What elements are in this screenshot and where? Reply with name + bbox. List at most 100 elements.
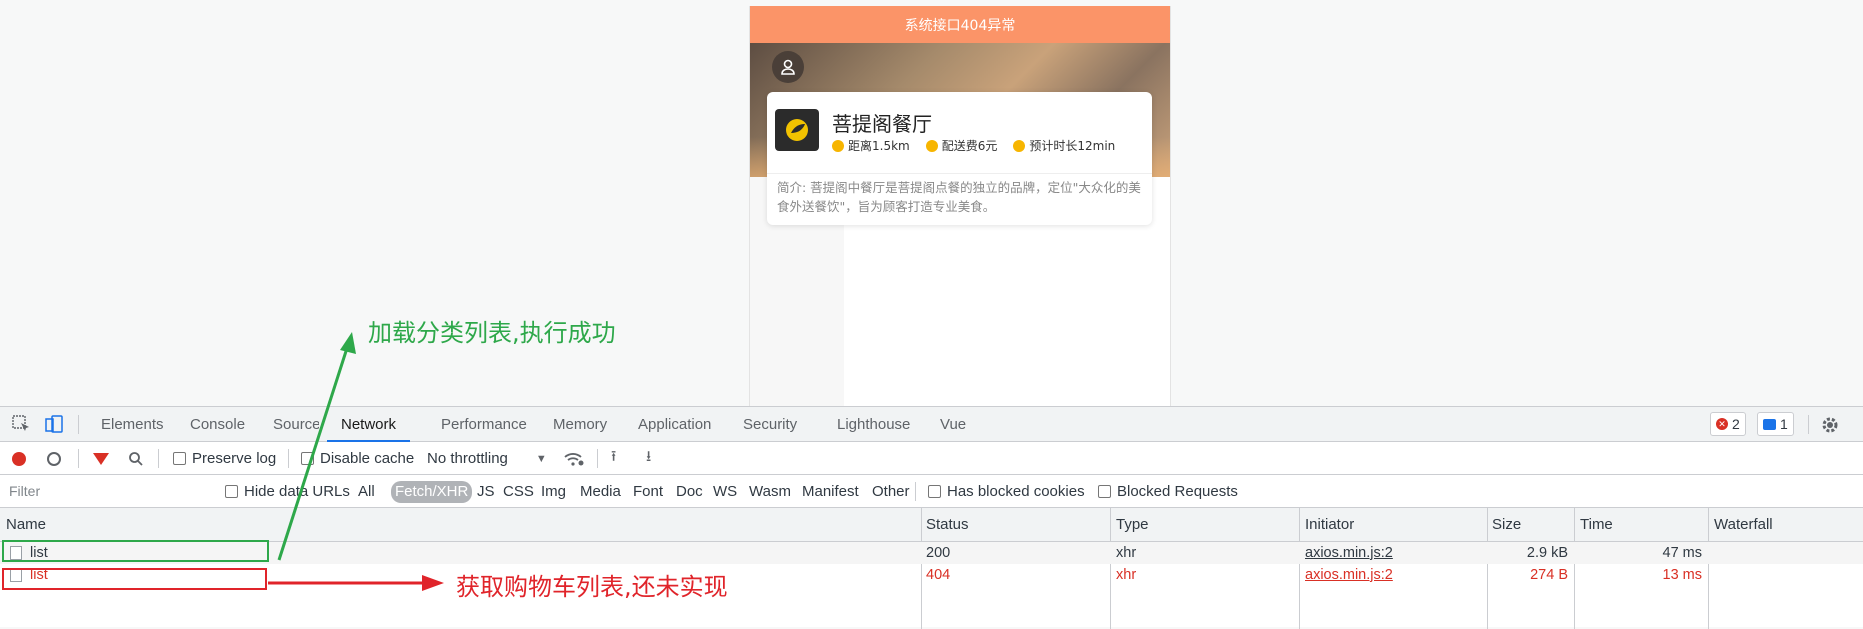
clear-icon: [47, 451, 61, 466]
column-initiator[interactable]: Initiator: [1305, 508, 1354, 542]
table-header: Name Status Type Initiator Size Time Wat…: [0, 508, 1863, 542]
settings-gear-icon[interactable]: [1820, 415, 1840, 433]
disable-cache-checkbox[interactable]: Disable cache: [301, 442, 414, 475]
filter-type-css[interactable]: CSS: [503, 481, 534, 503]
filter-type-manifest[interactable]: Manifest: [802, 481, 859, 503]
toolbar-separator: [597, 449, 598, 468]
network-toolbar: Preserve log Disable cache No throttling…: [0, 442, 1863, 475]
upload-icon: ⭱: [611, 448, 617, 465]
request-time: 47 ms: [1662, 545, 1703, 561]
tab-lighthouse[interactable]: Lighthouse: [837, 407, 910, 442]
filter-type-ws[interactable]: WS: [713, 481, 737, 503]
clock-icon: [832, 139, 844, 152]
filter-type-doc[interactable]: Doc: [676, 481, 703, 503]
request-size: 2.9 kB: [1526, 545, 1568, 561]
request-type: xhr: [1116, 545, 1137, 561]
tab-memory[interactable]: Memory: [553, 407, 607, 442]
record-icon: [12, 451, 26, 466]
tab-performance[interactable]: Performance: [441, 407, 527, 442]
device-toolbar-icon[interactable]: [44, 415, 64, 433]
request-time: 13 ms: [1662, 567, 1703, 583]
money-bag-icon: [925, 139, 938, 152]
tab-console[interactable]: Console: [190, 407, 245, 442]
filter-bar: Filter Hide data URLs All Fetch/XHR JS C…: [0, 475, 1863, 508]
filter-type-media[interactable]: Media: [580, 481, 621, 503]
record-button[interactable]: [12, 442, 26, 475]
messages-badge[interactable]: 1: [1757, 412, 1794, 436]
failure-highlight-box: [2, 568, 267, 590]
caret-down-icon: ▼: [535, 452, 547, 465]
tab-elements[interactable]: Elements: [101, 407, 164, 442]
tab-application[interactable]: Application: [638, 407, 711, 442]
clear-button[interactable]: [47, 442, 61, 475]
search-icon: [129, 451, 143, 466]
toolbar-separator: [288, 449, 289, 468]
mobile-preview: 系统接口404异常 菩提阁餐厅 距离1.5km 配送费6元 预计时长12min …: [749, 6, 1171, 406]
toolbar-separator: [915, 482, 916, 501]
request-status: 200: [926, 545, 951, 561]
shop-logo-icon: [775, 109, 819, 151]
navigation-icon: [1013, 139, 1026, 152]
divider: [767, 173, 1152, 174]
table-row[interactable]: list 404 xhr axios.min.js:2 274 B 13 ms: [0, 564, 1863, 586]
search-button[interactable]: [128, 442, 144, 475]
column-status[interactable]: Status: [926, 508, 969, 542]
throttling-select[interactable]: No throttling ▼: [427, 442, 547, 475]
errors-badge[interactable]: ✕ 2: [1710, 412, 1746, 436]
toolbar-separator: [78, 415, 79, 434]
filter-type-js[interactable]: JS: [477, 481, 495, 503]
download-icon: ⭳: [646, 448, 652, 465]
request-type: xhr: [1116, 567, 1137, 583]
request-initiator[interactable]: axios.min.js:2: [1305, 564, 1393, 586]
devtools-panel: Elements Console Sources Network Perform…: [0, 406, 1863, 629]
filter-type-fetch-xhr[interactable]: Fetch/XHR: [391, 481, 473, 503]
failure-annotation: 获取购物车列表,还未实现: [456, 573, 728, 601]
shop-name: 菩提阁餐厅: [832, 112, 932, 136]
request-size: 274 B: [1530, 567, 1568, 583]
error-banner: 系统接口404异常: [750, 6, 1170, 43]
tab-security[interactable]: Security: [743, 407, 797, 442]
error-icon: ✕: [1716, 418, 1728, 430]
filter-type-font[interactable]: Font: [633, 481, 663, 503]
filter-type-img[interactable]: Img: [541, 481, 566, 503]
blocked-requests-checkbox[interactable]: Blocked Requests: [1098, 475, 1238, 508]
filter-type-other[interactable]: Other: [872, 481, 910, 503]
tab-vue[interactable]: Vue: [940, 407, 966, 442]
network-conditions-button[interactable]: [563, 442, 585, 475]
toolbar-separator: [158, 449, 159, 468]
tab-sources[interactable]: Sources: [273, 407, 319, 442]
column-name[interactable]: Name: [6, 508, 46, 542]
import-har-button[interactable]: ⭱: [611, 442, 616, 475]
toolbar-separator: [1808, 415, 1809, 434]
success-highlight-box: [2, 540, 269, 562]
request-status: 404: [926, 567, 951, 583]
has-blocked-cookies-checkbox[interactable]: Has blocked cookies: [928, 475, 1085, 508]
export-har-button[interactable]: ⭳: [646, 442, 651, 475]
shop-intro: 简介: 菩提阁中餐厅是菩提阁点餐的独立的品牌，定位"大众化的美食外送餐饮"，旨为…: [777, 180, 1141, 214]
column-time[interactable]: Time: [1580, 508, 1613, 542]
request-initiator[interactable]: axios.min.js:2: [1305, 542, 1393, 564]
shop-card: 菩提阁餐厅 距离1.5km 配送费6元 预计时长12min 简介: 菩提阁中餐厅…: [767, 92, 1152, 225]
requests-table: Name Status Type Initiator Size Time Wat…: [0, 508, 1863, 629]
filter-icon: [93, 452, 109, 465]
filter-input[interactable]: Filter: [4, 480, 210, 502]
filter-type-wasm[interactable]: Wasm: [749, 481, 791, 503]
table-row[interactable]: list 200 xhr axios.min.js:2 2.9 kB 47 ms: [0, 542, 1863, 564]
message-icon: [1763, 418, 1776, 430]
column-type[interactable]: Type: [1116, 508, 1149, 542]
user-icon[interactable]: [772, 51, 804, 83]
distance-info: 距离1.5km: [832, 137, 910, 154]
eta-info: 预计时长12min: [1013, 137, 1115, 154]
filter-toggle-button[interactable]: [93, 442, 109, 475]
inspect-element-icon[interactable]: [12, 415, 32, 433]
success-arrowhead: [340, 332, 356, 354]
preserve-log-checkbox[interactable]: Preserve log: [173, 442, 276, 475]
filter-type-all[interactable]: All: [358, 481, 375, 503]
hide-data-urls-checkbox[interactable]: Hide data URLs: [225, 475, 350, 508]
tab-network[interactable]: Network: [327, 407, 411, 442]
success-annotation: 加载分类列表,执行成功: [368, 319, 616, 347]
column-size[interactable]: Size: [1492, 508, 1521, 542]
column-waterfall[interactable]: Waterfall: [1714, 508, 1773, 542]
devtools-tabbar: Elements Console Sources Network Perform…: [0, 407, 1863, 442]
shop-meta: 距离1.5km 配送费6元 预计时长12min: [832, 137, 1115, 154]
